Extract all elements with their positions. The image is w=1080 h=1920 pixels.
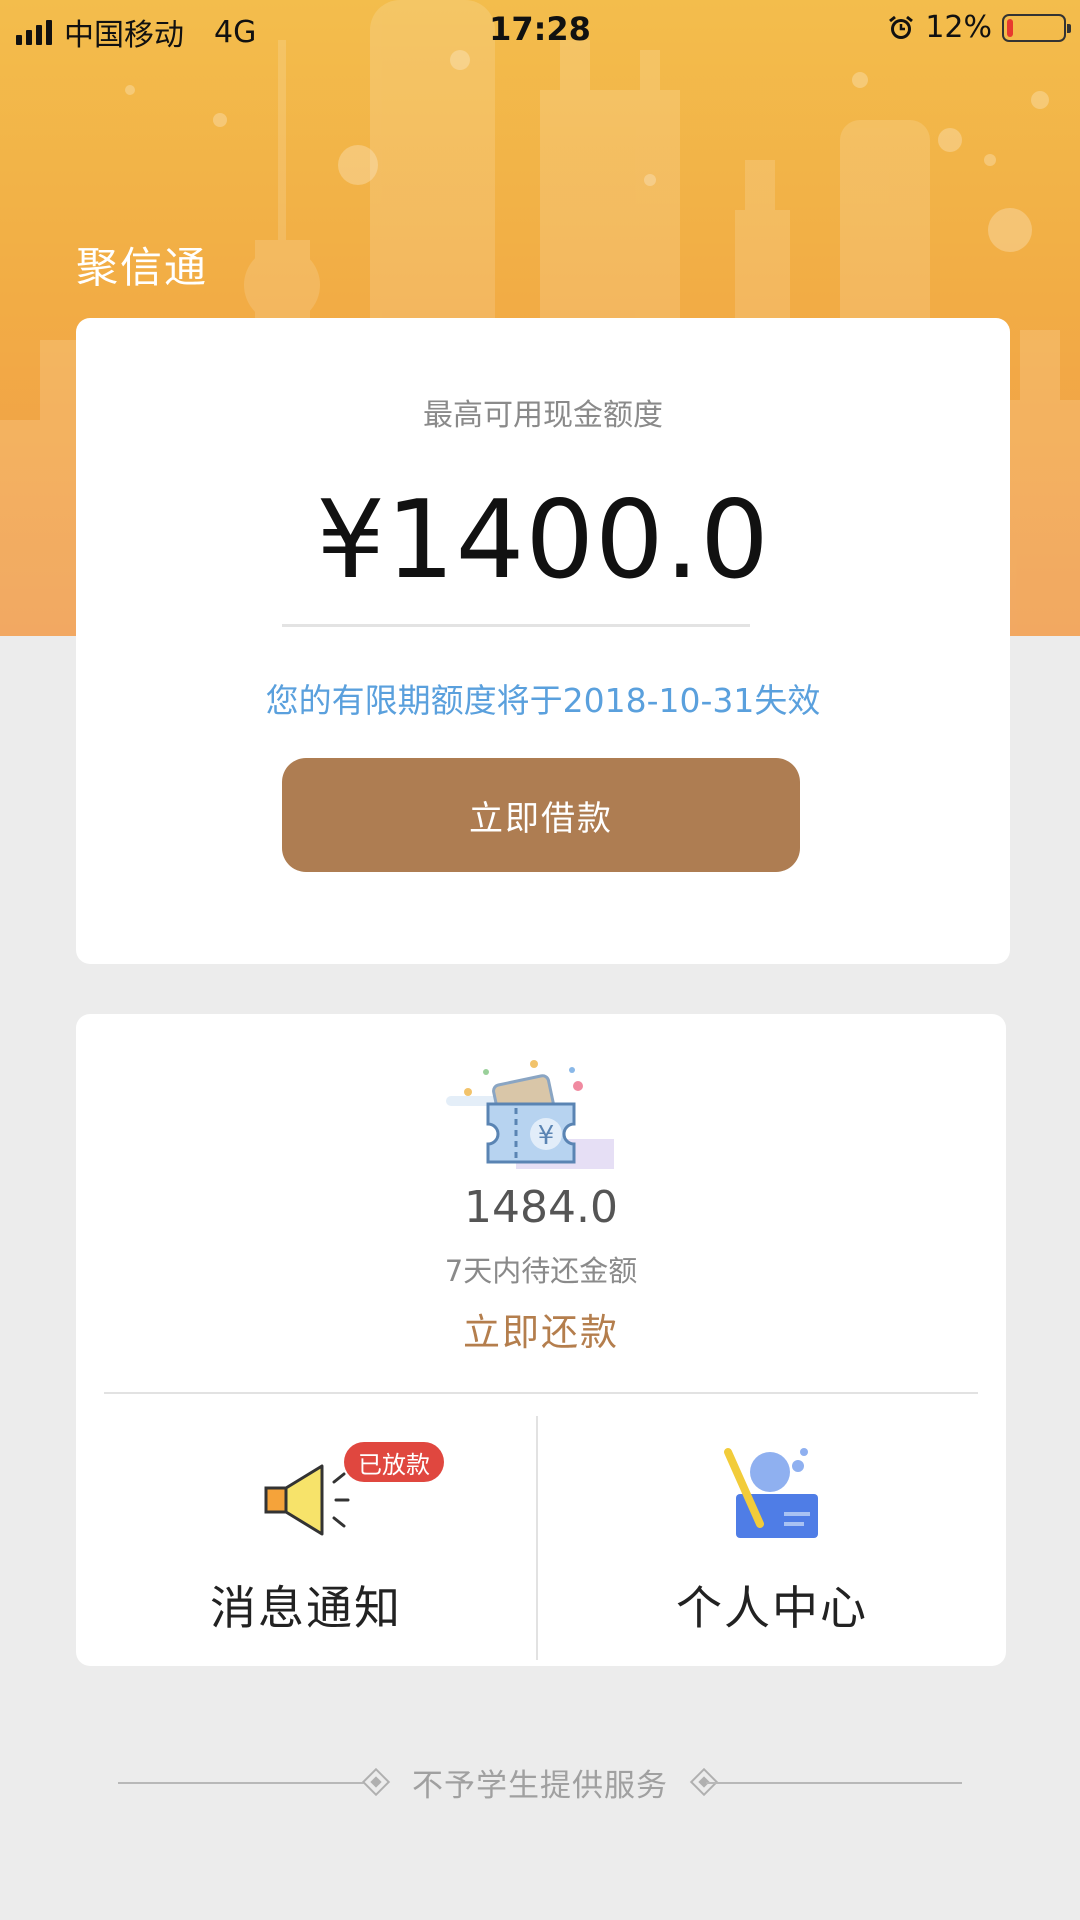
credit-card: 最高可用现金额度 ¥1400.0 您的有限期额度将于2018-10-31失效 立… xyxy=(76,318,1010,964)
footer-line-right xyxy=(706,1782,962,1784)
svg-text:¥: ¥ xyxy=(538,1121,555,1151)
profile-icon xyxy=(724,1448,818,1538)
app-title: 聚信通 xyxy=(76,243,209,292)
message-notification-label: 消息通知 xyxy=(210,1581,402,1635)
message-notification-tile[interactable]: 已放款 消息通知 xyxy=(76,1394,536,1666)
status-bar: 中国移动 4G 17:28 12% xyxy=(0,0,1080,54)
speaker-icon xyxy=(264,1464,350,1536)
credit-divider xyxy=(282,624,750,627)
status-right: 12% xyxy=(887,10,1071,45)
battery-percent: 12% xyxy=(925,10,992,45)
credit-limit-amount: ¥1400.0 xyxy=(316,478,770,603)
footer: 不予学生提供服务 xyxy=(0,1760,1080,1804)
repay-now-button[interactable]: 立即还款 xyxy=(76,1302,1006,1356)
repay-card: ¥ 1484.0 7天内待还金额 立即还款 已放款 消息通知 个人中心 xyxy=(76,1014,1006,1666)
borrow-now-button[interactable]: 立即借款 xyxy=(282,758,800,872)
battery-level-fill xyxy=(1007,18,1014,37)
repay-ticket-icon: ¥ xyxy=(446,1060,614,1169)
credit-expiry-note: 您的有限期额度将于2018-10-31失效 xyxy=(265,681,821,720)
battery-icon xyxy=(1002,13,1071,42)
alarm-icon xyxy=(889,15,914,39)
repay-caption: 7天内待还金额 xyxy=(444,1254,638,1288)
disbursed-badge: 已放款 xyxy=(344,1442,444,1482)
credit-limit-label: 最高可用现金额度 xyxy=(423,398,663,433)
personal-center-tile[interactable]: 个人中心 xyxy=(538,1394,1006,1666)
personal-center-label: 个人中心 xyxy=(676,1581,868,1635)
repay-amount: 1484.0 xyxy=(464,1182,618,1233)
